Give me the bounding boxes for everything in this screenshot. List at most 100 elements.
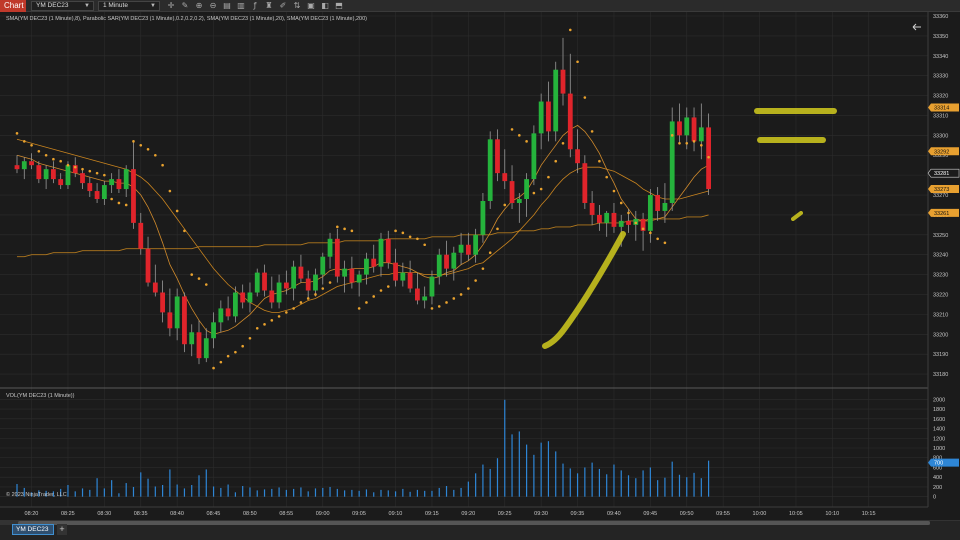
candle-body <box>138 222 144 249</box>
sar-dot <box>117 201 121 205</box>
instrument-selector[interactable]: YM DEC23 ▼ <box>31 1 94 11</box>
draw-tools-icon[interactable]: ✐ <box>278 1 288 11</box>
properties-icon[interactable]: ▤ <box>222 1 232 11</box>
sar-dot <box>496 227 499 231</box>
price-tick-label: 33240 <box>933 253 948 259</box>
interval-selector[interactable]: 1 Minute ▼ <box>98 1 160 11</box>
sar-dot <box>554 159 558 163</box>
hotkeys-icon[interactable]: ▣ <box>306 1 316 11</box>
candle-body <box>240 292 246 303</box>
price-tick-label: 33210 <box>933 312 948 318</box>
time-tick-label: 08:25 <box>61 511 75 517</box>
time-tick-label: 09:05 <box>352 511 366 517</box>
sar-dot <box>510 128 514 131</box>
candle-body <box>254 272 260 293</box>
chart-trader-icon[interactable]: ⇅ <box>292 1 302 11</box>
sar-dot <box>30 143 33 147</box>
price-tick-label: 33360 <box>933 14 948 20</box>
sar-dot <box>306 297 310 300</box>
candle-body <box>276 282 282 303</box>
candle-body <box>393 262 398 281</box>
sar-dot <box>692 140 696 143</box>
price-tick-label: 33190 <box>933 352 948 358</box>
price-badge-label: 33273 <box>934 187 949 193</box>
copyright-text: © 2023 NinjaTrader, LLC <box>6 491 67 498</box>
add-tab-button[interactable]: + <box>57 524 67 535</box>
chevron-down-icon: ▼ <box>84 3 90 9</box>
price-badge-label: 33261 <box>934 211 949 217</box>
candle-body <box>233 292 238 317</box>
price-tick-label: 33220 <box>933 292 948 298</box>
sar-dot <box>241 344 244 348</box>
tab-ym-dec23[interactable]: YM DEC23 <box>12 524 54 535</box>
candle-body <box>677 121 682 136</box>
volume-badge <box>928 458 959 467</box>
zoom-out-icon[interactable]: ⊖ <box>208 1 218 11</box>
sar-dot <box>292 307 295 310</box>
horizontal-scrollbar[interactable] <box>0 521 930 525</box>
candle-body <box>189 332 195 345</box>
sar-dot <box>197 277 201 280</box>
candle-body <box>589 202 595 215</box>
time-tick-label: 08:40 <box>170 511 184 517</box>
candle-body <box>109 179 115 186</box>
crosshair-icon[interactable]: ✛ <box>166 1 176 11</box>
sar-dot <box>568 28 572 32</box>
volume-badge-label: 700 <box>934 461 943 467</box>
candle-body <box>684 117 690 136</box>
candle-body <box>167 312 173 329</box>
candle-body <box>101 185 107 200</box>
price-tick-label: 33300 <box>933 133 948 139</box>
candle-body <box>626 220 631 225</box>
interval-label: 1 Minute <box>103 2 128 9</box>
chart-menu-button[interactable]: Chart <box>0 0 26 12</box>
candle-body <box>320 256 326 275</box>
candle-body <box>567 93 573 150</box>
candle-body <box>247 292 253 303</box>
sar-dot <box>219 360 223 364</box>
sar-dot <box>357 307 361 310</box>
sar-dot <box>285 311 288 314</box>
snapshot-icon[interactable]: ◧ <box>320 1 330 11</box>
candle-body <box>364 258 369 275</box>
candle-body <box>538 101 544 134</box>
candle-body <box>80 173 85 184</box>
candle-body <box>691 117 697 142</box>
candle-body <box>291 266 297 289</box>
volume-tick-label: 0 <box>933 495 936 501</box>
sar-dot <box>532 191 536 195</box>
candle-body <box>313 274 318 291</box>
price-tick-label: 33250 <box>933 233 948 239</box>
sar-dot <box>547 175 550 179</box>
chart-canvas[interactable]: 33180 33190 33200 33210 33220 33230 33240 33250… <box>0 12 960 520</box>
sar-dot <box>44 153 48 157</box>
price-panel-legend: SMA(YM DEC23 (1 Minute),8), Parabolic SA… <box>6 16 367 22</box>
share-icon[interactable]: ⬒ <box>334 1 344 11</box>
data-series-icon[interactable]: ▥ <box>236 1 246 11</box>
sar-dot <box>619 201 623 205</box>
candle-body <box>349 268 355 283</box>
candle-body <box>356 274 362 283</box>
candle-body <box>58 179 64 186</box>
volume-tick-label: 2000 <box>933 397 945 403</box>
candle-body <box>182 296 187 345</box>
time-tick-label: 09:55 <box>716 511 730 517</box>
sar-dot <box>328 281 332 284</box>
sar-dot <box>627 211 630 215</box>
candle-body <box>604 212 610 223</box>
sar-dot <box>161 163 164 167</box>
sar-dot <box>525 140 528 143</box>
sar-dot <box>183 229 186 233</box>
zoom-in-icon[interactable]: ⊕ <box>194 1 204 11</box>
time-tick-label: 09:45 <box>643 511 657 517</box>
sar-dot <box>707 155 710 159</box>
candle-body <box>29 161 34 166</box>
sar-dot <box>190 273 194 276</box>
time-tick-label: 09:35 <box>571 511 585 517</box>
sar-dot <box>168 189 172 193</box>
strategies-icon[interactable]: ♜ <box>264 1 274 11</box>
sar-dot <box>394 229 397 233</box>
indicators-icon[interactable]: ƒ <box>250 1 260 11</box>
scrollbar-thumb[interactable] <box>18 521 930 525</box>
pencil-icon[interactable]: ✎ <box>180 1 190 11</box>
